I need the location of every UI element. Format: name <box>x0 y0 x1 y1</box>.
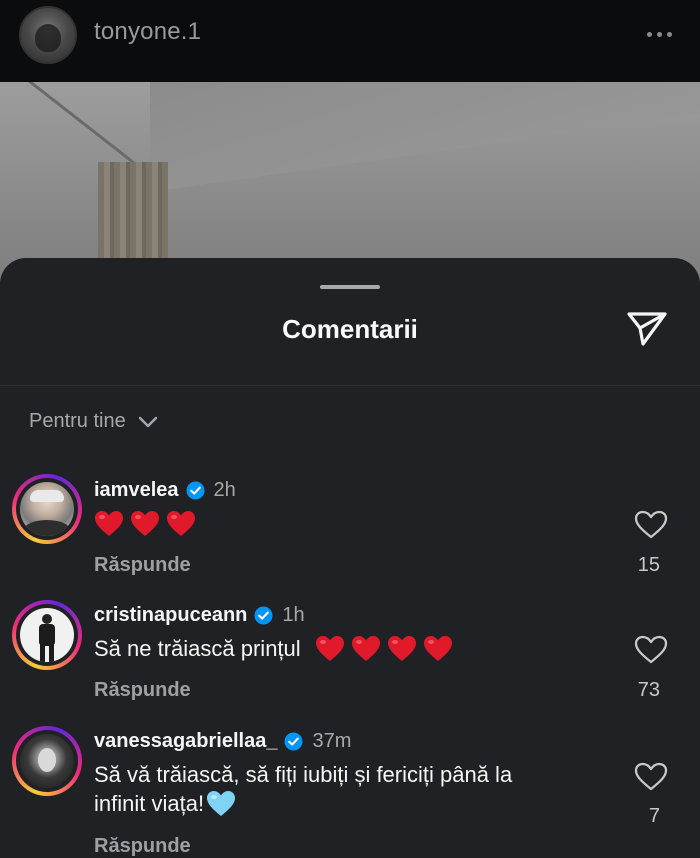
verified-badge-icon <box>254 606 273 625</box>
comment-time: 37m <box>312 730 352 752</box>
red-heart-emoji-icon <box>351 635 380 661</box>
header-divider <box>0 385 700 386</box>
avatar[interactable] <box>12 726 82 796</box>
red-heart-emoji-icon <box>423 635 452 661</box>
post-author-avatar[interactable] <box>19 6 77 64</box>
heart-outline-icon <box>634 762 668 791</box>
comments-sheet: Comentarii Pentru tine iamvelea 2h Răspu… <box>0 258 700 858</box>
post-header: tonyone.1 <box>0 0 700 82</box>
avatar[interactable] <box>12 474 82 544</box>
like-button[interactable] <box>634 510 668 540</box>
light-blue-heart-emoji-icon <box>207 790 236 816</box>
like-count: 7 <box>648 805 660 827</box>
red-heart-emoji-icon <box>315 635 344 661</box>
comment-username[interactable]: vanessagabriellaa_ 37m <box>94 730 351 753</box>
red-heart-emoji-icon <box>95 511 123 536</box>
reply-button[interactable]: Răspunde <box>94 835 191 858</box>
reply-button[interactable]: Răspunde <box>94 554 191 577</box>
verified-badge-icon <box>284 732 303 751</box>
comment-text: Să ne trăiască prințul <box>94 634 604 663</box>
comment-username[interactable]: cristinapuceann 1h <box>94 604 305 627</box>
post-media <box>0 82 700 282</box>
share-button[interactable] <box>626 308 668 350</box>
comment-time: 2h <box>213 479 236 501</box>
chevron-down-icon <box>138 416 157 427</box>
avatar[interactable] <box>12 600 82 670</box>
post-author-username[interactable]: tonyone.1 <box>94 18 201 46</box>
comment-username[interactable]: iamvelea 2h <box>94 479 236 502</box>
send-icon <box>627 312 667 346</box>
sort-dropdown[interactable]: Pentru tine <box>29 410 158 433</box>
comment-time: 1h <box>282 604 305 626</box>
comment-text: Să vă trăiască, să fiți iubiți și ferici… <box>94 762 513 816</box>
heart-outline-icon <box>634 635 668 664</box>
red-heart-emoji-icon <box>167 511 195 536</box>
red-heart-emoji-icon <box>387 635 416 661</box>
comment-text <box>94 510 604 538</box>
sheet-title: Comentarii <box>282 314 418 344</box>
verified-badge-icon <box>185 481 205 500</box>
like-count: 15 <box>637 554 660 576</box>
more-horizontal-icon <box>646 31 652 37</box>
like-button[interactable] <box>634 635 668 665</box>
more-options-button[interactable] <box>642 24 676 44</box>
sort-label: Pentru tine <box>29 410 126 432</box>
red-heart-emoji-icon <box>131 511 159 536</box>
like-button[interactable] <box>634 762 668 792</box>
drag-handle[interactable] <box>320 285 380 289</box>
heart-outline-icon <box>634 510 668 539</box>
reply-button[interactable]: Răspunde <box>94 679 191 702</box>
like-count: 73 <box>637 679 660 701</box>
